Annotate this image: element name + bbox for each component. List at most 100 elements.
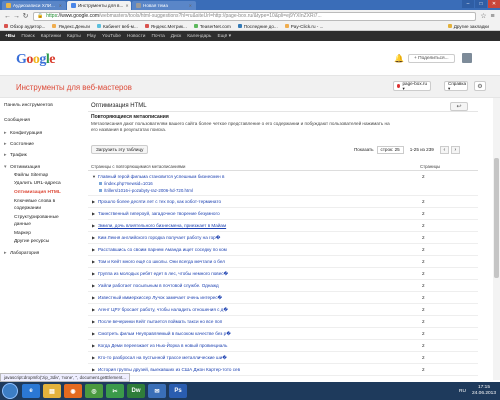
sidebar-item-html-improvements[interactable]: Оптимизация HTML bbox=[14, 190, 61, 195]
column-header-pages[interactable]: Страницы с повторяющимися метаописаниями bbox=[91, 164, 185, 169]
gear-icon[interactable]: ⚙ bbox=[474, 81, 486, 91]
table-row[interactable]: ▶ Смотреть фильм Неуправляемый в высоком … bbox=[88, 329, 478, 340]
next-page-button[interactable]: › bbox=[450, 145, 460, 154]
table-row[interactable]: ▶ Расставшись со своим парнем Аманда ищет… bbox=[88, 245, 478, 256]
star-icon[interactable]: ☆ bbox=[479, 12, 488, 21]
back-arrow-icon[interactable]: ← bbox=[3, 12, 12, 21]
expand-triangle-icon[interactable]: ▶ bbox=[92, 307, 95, 312]
maximize-icon[interactable]: □ bbox=[475, 0, 487, 8]
expand-triangle-icon[interactable]: ▶ bbox=[92, 247, 95, 252]
table-row[interactable]: ▶ Прошло более десяти лет с тех пор, как … bbox=[88, 197, 478, 208]
folder-icon[interactable]: ▤ bbox=[43, 384, 61, 398]
table-row[interactable]: ▶ История группы друзей, выехавших из США… bbox=[88, 365, 478, 376]
table-row[interactable]: ▶ Том и Кейт много ещё со школы. Они всег… bbox=[88, 257, 478, 268]
download-table-button[interactable]: Загрузить эту таблицу bbox=[91, 145, 149, 154]
address-bar[interactable]: 🔒 https://www.google.com/webmasters/tool… bbox=[33, 11, 476, 21]
close-tab-icon[interactable]: ✕ bbox=[123, 3, 128, 8]
avatar[interactable] bbox=[462, 53, 472, 63]
table-row[interactable]: ▶ Когда Деми переезжает из Нью-Йорка в но… bbox=[88, 341, 478, 352]
expand-triangle-icon[interactable]: ▶ bbox=[92, 283, 95, 288]
sidebar-item-other-resources[interactable]: Другие ресурсы bbox=[14, 239, 49, 244]
share-button[interactable]: + Поделиться... bbox=[408, 54, 455, 63]
gbar-link[interactable]: YouTube bbox=[102, 34, 121, 39]
expand-triangle-icon[interactable]: ▶ bbox=[92, 295, 95, 300]
sidebar-item-content-keywords-2[interactable]: содержании bbox=[14, 206, 41, 211]
browser-tab-audio[interactable]: Аудиозаписи ХЛИ... ✕ bbox=[2, 1, 66, 10]
page-scrollbar[interactable] bbox=[493, 98, 500, 380]
gbar-link[interactable]: Почта bbox=[151, 34, 164, 39]
sidebar-item-optimization[interactable]: ▾ Оптимизация bbox=[4, 165, 40, 170]
greenshot-icon[interactable]: ✂ bbox=[106, 384, 124, 398]
column-header-count[interactable]: Страницы bbox=[420, 164, 440, 169]
minimize-icon[interactable]: – bbox=[462, 0, 474, 8]
table-row[interactable]: ▶ Агент ЦРУ бросает работу, чтобы наладит… bbox=[88, 305, 478, 316]
table-row[interactable]: ▶ Известный иммерхиссер Лучок замечает оч… bbox=[88, 293, 478, 304]
bookmark-item[interactable]: Яндекс.Метрик... bbox=[144, 24, 187, 29]
sidebar-item-content-keywords[interactable]: Ключевые слова в bbox=[14, 199, 55, 204]
dreamweaver-icon[interactable]: Dw bbox=[127, 384, 145, 398]
table-row[interactable]: ▶ Эмили, дочь влиятельного бизнесмена, пр… bbox=[88, 221, 478, 232]
windows-start-icon[interactable] bbox=[2, 383, 18, 399]
forward-arrow-icon[interactable]: → bbox=[12, 12, 21, 21]
sidebar-item-structured-data[interactable]: Структурированные bbox=[14, 215, 59, 220]
expand-triangle-icon[interactable]: ▶ bbox=[92, 259, 95, 264]
prev-page-button[interactable]: ‹ bbox=[439, 145, 449, 154]
firefox-icon[interactable]: ◉ bbox=[64, 384, 82, 398]
duplicate-url-link[interactable]: /trillers/1016-i-pozabyty-raz-2006-hd-72… bbox=[99, 188, 193, 193]
back-button[interactable]: ↩ bbox=[450, 102, 468, 111]
close-tab-icon[interactable]: ✕ bbox=[187, 3, 192, 8]
gbar-link[interactable]: Play bbox=[87, 34, 96, 39]
table-row[interactable]: ▶ Кто-то разбросал на пустынной трассе ме… bbox=[88, 353, 478, 364]
expand-triangle-icon[interactable]: ▶ bbox=[92, 199, 95, 204]
expand-triangle-icon[interactable]: ▶ bbox=[92, 235, 95, 240]
close-window-icon[interactable]: ✕ bbox=[488, 0, 500, 8]
google-logo[interactable]: Google bbox=[16, 52, 55, 68]
reload-icon[interactable]: ↻ bbox=[21, 12, 30, 21]
clock[interactable]: 17:15 24.06.2013 bbox=[472, 385, 496, 397]
expand-triangle-icon[interactable]: ▶ bbox=[92, 367, 95, 372]
table-row[interactable]: ▶ Уайли работает посыльным в почтовой слу… bbox=[88, 281, 478, 292]
expand-triangle-icon[interactable]: ▶ bbox=[92, 331, 95, 336]
gbar-link[interactable]: Диск bbox=[171, 34, 181, 39]
sidebar-item-structured-data-2[interactable]: данные bbox=[14, 222, 31, 227]
expand-triangle-icon[interactable]: ▶ bbox=[92, 211, 95, 216]
gbar-link[interactable]: Карты bbox=[67, 34, 81, 39]
bookmark-item[interactable]: Кабинет веб-м... bbox=[97, 24, 138, 29]
expand-triangle-icon[interactable]: ▶ bbox=[92, 271, 95, 276]
rows-per-page-select[interactable]: строк: 25 bbox=[376, 145, 404, 154]
sidebar-item-configuration[interactable]: ▸ Конфигурация bbox=[4, 131, 42, 136]
bookmark-item[interactable]: TeaserNet.com bbox=[193, 24, 231, 29]
expand-triangle-icon[interactable]: ▶ bbox=[92, 319, 95, 324]
photoshop-icon[interactable]: Ps bbox=[169, 384, 187, 398]
other-bookmarks[interactable]: Другие закладки bbox=[447, 24, 489, 29]
close-tab-icon[interactable]: ✕ bbox=[57, 3, 62, 8]
table-row[interactable]: ▶ Группа из молодых ребят едет в лес, что… bbox=[88, 269, 478, 280]
table-row[interactable]: ▶ Таинственный гипероуй, загадочное творе… bbox=[88, 209, 478, 220]
ie-icon[interactable]: e bbox=[22, 384, 40, 398]
gbar-more-menu[interactable]: Ещё ▾ bbox=[217, 34, 231, 39]
gbar-link[interactable]: +Вы bbox=[5, 34, 15, 39]
table-row[interactable]: ▶ После вечеринки Кейт пытается поймать т… bbox=[88, 317, 478, 328]
sidebar-item-data-highlighter[interactable]: Маркер bbox=[14, 231, 31, 236]
bookmark-item[interactable]: Pay-Click.ru - ... bbox=[284, 24, 323, 29]
bell-icon[interactable]: 🔔 bbox=[394, 54, 404, 63]
language-indicator[interactable]: RU bbox=[459, 389, 466, 394]
browser-tab-new-topic[interactable]: Новая тема ✕ bbox=[132, 1, 196, 10]
sidebar-item-health[interactable]: ▸ Состояние bbox=[4, 142, 34, 147]
table-row[interactable]: ▼ Главный герой фильма становится успешн… bbox=[88, 172, 478, 196]
expand-triangle-icon[interactable]: ▶ bbox=[92, 355, 95, 360]
sidebar-item-messages[interactable]: Сообщения bbox=[4, 118, 30, 123]
sidebar-item-traffic[interactable]: ▸ Трафик bbox=[4, 153, 27, 158]
expand-triangle-icon[interactable]: ▶ bbox=[92, 223, 95, 228]
table-row[interactable]: ▶ Ким Лекня английского городка получает … bbox=[88, 233, 478, 244]
menu-icon[interactable]: ≡ bbox=[488, 12, 497, 21]
help-dropdown[interactable]: Справка ▾ bbox=[444, 81, 468, 91]
mail-icon[interactable]: ✉ bbox=[148, 384, 166, 398]
sidebar-item-sitemaps[interactable]: Файлы Sitemap bbox=[14, 173, 48, 178]
collapse-triangle-icon[interactable]: ▼ bbox=[92, 174, 96, 179]
sidebar-item-remove-urls[interactable]: Удалить URL-адреса bbox=[14, 181, 61, 186]
chrome-icon[interactable]: ◎ bbox=[85, 384, 103, 398]
expand-triangle-icon[interactable]: ▶ bbox=[92, 343, 95, 348]
site-selector[interactable]: page-box.ru ▾ bbox=[393, 81, 431, 91]
gbar-link[interactable]: Календарь bbox=[187, 34, 211, 39]
